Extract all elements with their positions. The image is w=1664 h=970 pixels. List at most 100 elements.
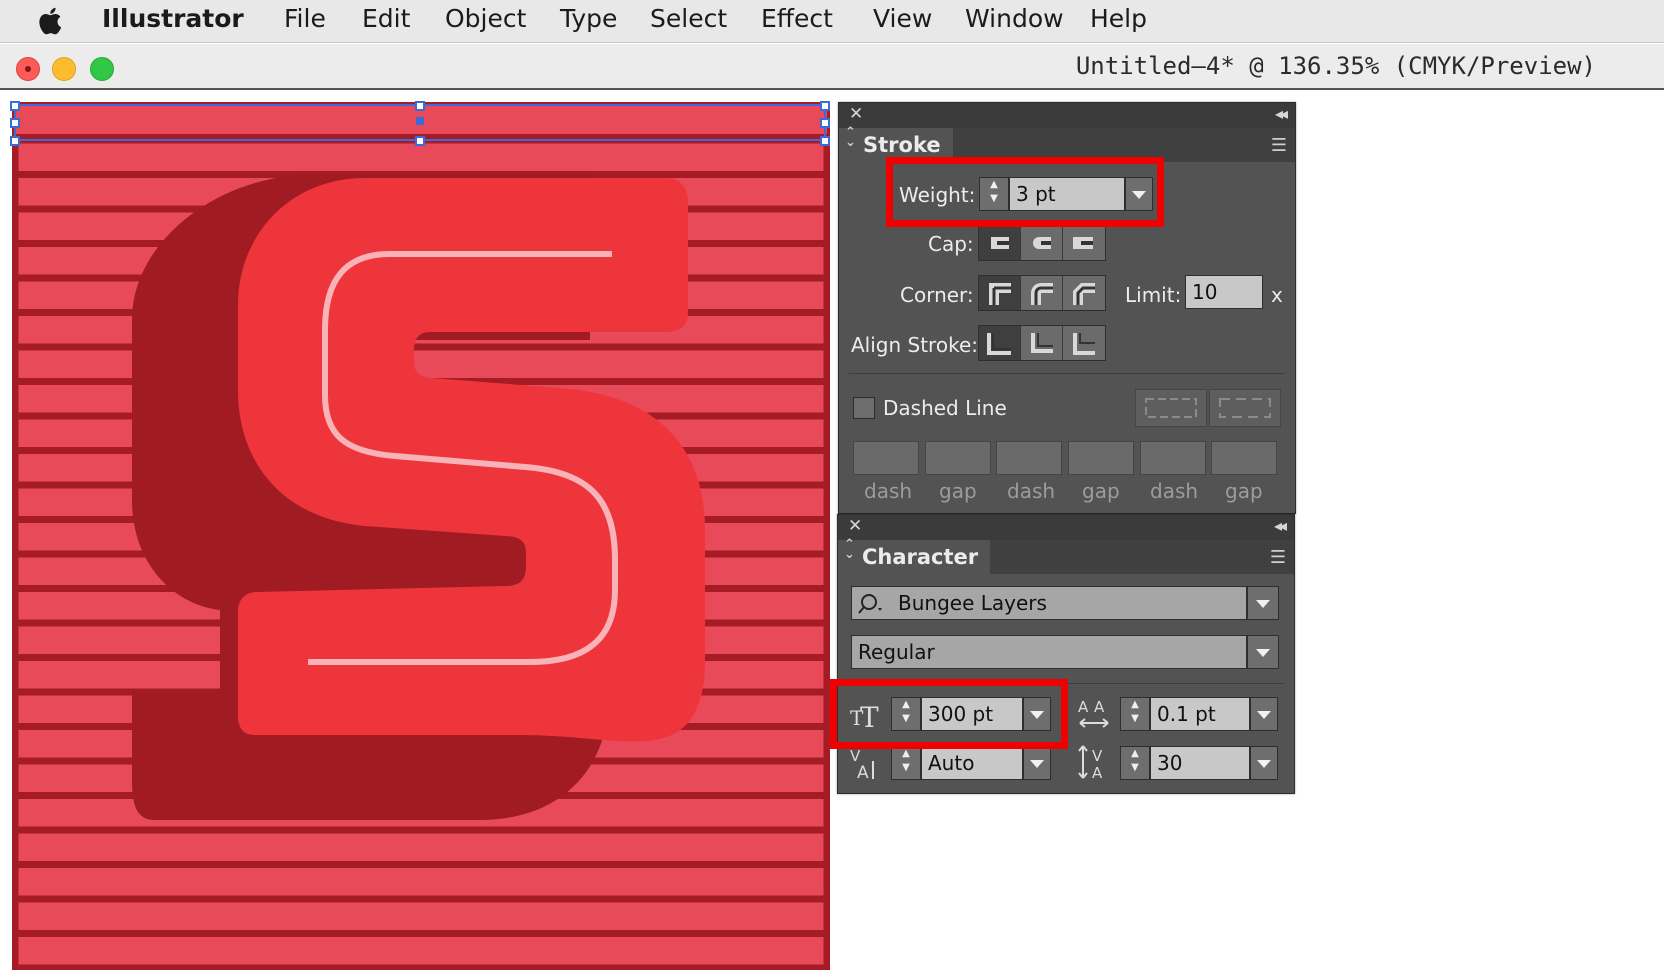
- round-cap-button[interactable]: [1021, 226, 1063, 260]
- character-tab-row: ⌃ ⌄ Character ☰: [838, 537, 1294, 574]
- round-cap-icon: [1033, 237, 1051, 249]
- app-name-menu[interactable]: Illustrator: [102, 4, 244, 33]
- cap-label: Cap:: [928, 232, 974, 256]
- tab-stroke-label: Stroke: [863, 133, 941, 157]
- dashed-line-checkbox[interactable]: [853, 397, 875, 419]
- menu-edit[interactable]: Edit: [362, 4, 410, 33]
- align-dash-button[interactable]: [1209, 389, 1281, 427]
- align-stroke-button-group: [978, 325, 1106, 361]
- dash-label-3: dash: [1150, 479, 1199, 503]
- align-outside-button[interactable]: [1063, 326, 1105, 360]
- divider: [849, 373, 1285, 374]
- close-icon[interactable]: ✕: [849, 104, 863, 124]
- bevel-join-button[interactable]: [1063, 276, 1105, 310]
- corner-button-group: [978, 275, 1106, 311]
- menu-view[interactable]: View: [873, 4, 932, 33]
- tracking-input[interactable]: 30: [1150, 746, 1250, 780]
- tab-updown-icon: ⌃ ⌄: [844, 537, 855, 562]
- align-inside-button[interactable]: [1021, 326, 1063, 360]
- dash-field-2[interactable]: [996, 441, 1062, 475]
- tracking-dropdown-button[interactable]: [1250, 746, 1278, 780]
- butt-cap-icon: [991, 237, 1009, 249]
- tracking-stepper[interactable]: ▲ ▼: [1120, 746, 1150, 780]
- leading-stepper[interactable]: ▲ ▼: [1120, 697, 1150, 731]
- miter-join-button[interactable]: [979, 276, 1021, 310]
- apple-menu-icon[interactable]: [36, 5, 68, 37]
- tab-character[interactable]: ⌃ ⌄ Character: [838, 537, 991, 574]
- leading-dropdown-button[interactable]: [1250, 697, 1278, 731]
- align-outside-icon: [1073, 333, 1095, 355]
- menu-window[interactable]: Window: [965, 4, 1064, 33]
- menu-file[interactable]: File: [284, 4, 326, 33]
- kerning-dropdown-button[interactable]: [1023, 746, 1051, 780]
- menu-object[interactable]: Object: [445, 4, 526, 33]
- font-size-highlight-box: [830, 679, 1068, 749]
- round-join-button[interactable]: [1021, 276, 1063, 310]
- kerning-stepper[interactable]: ▲ ▼: [891, 746, 921, 780]
- tab-character-label: Character: [862, 545, 979, 569]
- kerning-icon: VA: [850, 747, 874, 781]
- search-icon[interactable]: [858, 592, 888, 616]
- corner-label: Corner:: [900, 283, 974, 307]
- butt-cap-button[interactable]: [979, 226, 1021, 260]
- round-join-icon: [1031, 283, 1053, 305]
- font-family-input[interactable]: Bungee Layers: [851, 586, 1247, 620]
- font-style-input[interactable]: Regular: [851, 635, 1247, 669]
- character-panel: ✕ ◂◂ ⌃ ⌄ Character ☰ Bungee Layers Regular…: [837, 514, 1295, 794]
- dash-field-1[interactable]: [853, 441, 919, 475]
- collapse-icon[interactable]: ◂◂: [1274, 516, 1287, 535]
- gap-field-1[interactable]: [925, 441, 991, 475]
- limit-label: Limit:: [1125, 283, 1182, 307]
- gap-label-3: gap: [1225, 479, 1263, 503]
- bevel-join-icon: [1073, 283, 1095, 305]
- font-style-dropdown-button[interactable]: [1247, 635, 1279, 669]
- collapse-icon[interactable]: ◂◂: [1275, 104, 1288, 123]
- panel-menu-icon[interactable]: ☰: [1270, 547, 1286, 568]
- tab-updown-icon: ⌃ ⌄: [845, 125, 856, 150]
- close-icon[interactable]: ✕: [848, 516, 862, 536]
- svg-text:A: A: [1094, 698, 1105, 716]
- cap-button-group: [978, 225, 1106, 261]
- panel-menu-icon[interactable]: ☰: [1271, 135, 1287, 156]
- artboard-artwork[interactable]: [0, 90, 840, 970]
- svg-text:A: A: [1092, 764, 1103, 782]
- align-center-icon: [987, 333, 1011, 355]
- gap-label-1: gap: [939, 479, 977, 503]
- gap-field-3[interactable]: [1211, 441, 1277, 475]
- leading-input[interactable]: 0.1 pt: [1150, 697, 1250, 731]
- projecting-cap-icon: [1073, 237, 1093, 249]
- preserve-dash-button[interactable]: [1135, 389, 1207, 427]
- minimize-window-button[interactable]: [52, 57, 76, 81]
- limit-unit: x: [1271, 283, 1283, 307]
- menu-help[interactable]: Help: [1090, 4, 1147, 33]
- tracking-icon: VA: [1078, 745, 1103, 782]
- leading-icon: AA: [1078, 698, 1109, 728]
- limit-input[interactable]: 10: [1185, 275, 1263, 309]
- close-window-button[interactable]: [16, 57, 40, 81]
- gap-field-2[interactable]: [1068, 441, 1134, 475]
- dash-field-3[interactable]: [1140, 441, 1206, 475]
- dashed-line-label: Dashed Line: [883, 396, 1007, 420]
- document-title: Untitled–4* @ 136.35% (CMYK/Preview): [1075, 52, 1596, 80]
- close-dot-icon: [25, 66, 31, 72]
- svg-text:V: V: [1092, 747, 1103, 765]
- align-inside-icon: [1031, 333, 1053, 353]
- align-dash-icon: [1219, 398, 1271, 418]
- svg-text:A: A: [857, 763, 869, 781]
- projecting-cap-button[interactable]: [1063, 226, 1105, 260]
- align-center-button[interactable]: [979, 326, 1021, 360]
- menu-type[interactable]: Type: [560, 4, 617, 33]
- menu-effect[interactable]: Effect: [761, 4, 833, 33]
- preserve-dash-icon: [1145, 398, 1197, 418]
- kerning-input[interactable]: Auto: [921, 746, 1023, 780]
- dash-label-1: dash: [864, 479, 913, 503]
- weight-highlight-box: [886, 157, 1164, 227]
- menu-select[interactable]: Select: [650, 4, 727, 33]
- stroke-panel-titlebar[interactable]: ✕ ◂◂: [839, 103, 1295, 128]
- zoom-window-button[interactable]: [90, 57, 114, 81]
- character-panel-titlebar[interactable]: ✕ ◂◂: [838, 515, 1294, 540]
- font-family-dropdown-button[interactable]: [1247, 586, 1279, 620]
- align-stroke-label: Align Stroke:: [851, 333, 978, 357]
- menu-bar: Illustrator File Edit Object Type Select…: [0, 0, 1664, 43]
- document-title-bar: Untitled–4* @ 136.35% (CMYK/Preview): [0, 44, 1664, 90]
